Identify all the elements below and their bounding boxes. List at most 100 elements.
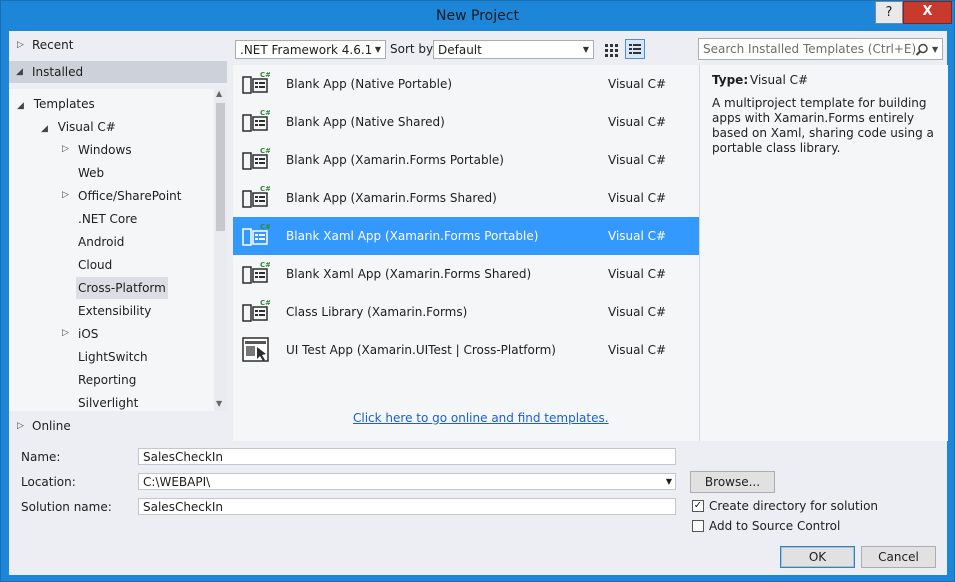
tree-item-office-sharepoint[interactable]: Office/SharePoint (78, 185, 182, 207)
expand-arrow-icon[interactable]: ▷ (62, 190, 69, 200)
window-title: New Project (436, 8, 519, 24)
description-text: A multiproject template for building app… (712, 96, 934, 155)
sort-dropdown[interactable]: Default ▼ (433, 40, 594, 59)
sort-value: Default (438, 43, 482, 57)
template-row[interactable]: C# Blank App (Xamarin.Forms Shared) Visual… (233, 179, 699, 217)
nav-recent[interactable]: ▷ Recent (9, 34, 227, 56)
tree-templates[interactable]: ◢ Templates (17, 93, 95, 115)
close-button[interactable]: X (903, 1, 952, 24)
location-value: C:\WEBAPI\ (143, 475, 211, 489)
template-name: Blank App (Native Shared) (286, 115, 445, 129)
template-list: Click here to go online and find templat… (233, 65, 699, 441)
scrollbar-thumb[interactable] (216, 103, 225, 231)
template-language: Visual C# (608, 305, 667, 319)
name-input[interactable]: SalesCheckIn (138, 448, 676, 465)
type-value: Visual C# (750, 73, 809, 87)
framework-dropdown[interactable]: .NET Framework 4.6.1 ▼ (235, 40, 386, 59)
search-input[interactable]: Search Installed Templates (Ctrl+E) ▼ (698, 38, 943, 60)
template-language: Visual C# (608, 229, 667, 243)
template-language: Visual C# (608, 267, 667, 281)
chevron-down-icon: ▼ (582, 45, 589, 54)
csharp-project-icon: C# (242, 223, 271, 249)
svg-text:C#: C# (260, 147, 270, 155)
collapse-arrow-icon: ◢ (17, 101, 24, 111)
tree-item-lightswitch[interactable]: LightSwitch (78, 346, 148, 368)
template-name: Class Library (Xamarin.Forms) (286, 305, 468, 319)
tree-visual-csharp[interactable]: ◢ Visual C# (41, 116, 116, 138)
location-input[interactable]: C:\WEBAPI\ ▼ (138, 473, 676, 490)
template-row[interactable]: UI Test App (Xamarin.UITest | Cross-Plat… (233, 331, 699, 369)
expand-arrow-icon: ▷ (17, 40, 24, 50)
chevron-down-icon[interactable]: ▼ (666, 474, 672, 490)
tree-item-ios[interactable]: iOS (78, 323, 98, 345)
template-name: Blank Xaml App (Xamarin.Forms Shared) (286, 267, 532, 281)
search-icon (915, 43, 928, 56)
small-icons-view-button[interactable] (601, 39, 621, 59)
template-row[interactable]: C# Class Library (Xamarin.Forms) Visual C# (233, 293, 699, 331)
svg-text:C#: C# (260, 185, 270, 193)
tree-item-web[interactable]: Web (78, 162, 104, 184)
grid-view-icon (605, 44, 618, 57)
template-tree: ◢ Templates ◢ Visual C# ▷ Windows Web ▷ … (9, 89, 227, 411)
template-row[interactable]: C# Blank App (Native Portable) Visual C# (233, 65, 699, 103)
csharp-project-icon: C# (242, 185, 271, 211)
template-row[interactable]: C# Blank App (Xamarin.Forms Portable) Visu… (233, 141, 699, 179)
template-description-pane: Type: Visual C# A multiproject template … (699, 65, 948, 441)
expand-arrow-icon[interactable]: ▷ (62, 328, 69, 338)
template-language: Visual C# (608, 191, 667, 205)
type-label: Type: (712, 73, 749, 87)
template-row[interactable]: C# Blank Xaml App (Xamarin.Forms Portable… (233, 217, 699, 255)
chevron-down-icon: ▼ (932, 45, 939, 54)
nav-installed-label: Installed (32, 65, 84, 79)
tree-item-reporting[interactable]: Reporting (78, 369, 136, 391)
tree-item-silverlight[interactable]: Silverlight (78, 392, 138, 411)
csharp-project-icon: C# (242, 299, 271, 325)
ok-button[interactable]: OK (780, 546, 855, 568)
scroll-up-icon[interactable]: ▲ (216, 89, 222, 98)
checkmark-icon: ✓ (693, 500, 703, 511)
title-bar[interactable]: New Project ? X (1, 1, 954, 31)
location-label: Location: (21, 475, 76, 489)
chevron-down-icon: ▼ (374, 45, 381, 54)
sort-by-label: Sort by: (390, 42, 437, 56)
csharp-project-icon: C# (242, 261, 271, 287)
tree-item-net-core[interactable]: .NET Core (78, 208, 137, 230)
template-language: Visual C# (608, 153, 667, 167)
tree-scrollbar[interactable]: ▲ ▼ (214, 89, 227, 411)
online-templates-link[interactable]: Click here to go online and find templat… (353, 411, 609, 425)
source-control-label: Add to Source Control (709, 519, 841, 533)
solution-name-label: Solution name: (21, 500, 112, 514)
help-button[interactable]: ? (875, 1, 903, 24)
list-view-button[interactable] (625, 39, 645, 59)
source-control-checkbox[interactable] (692, 520, 704, 532)
list-view-icon (629, 44, 641, 54)
collapse-arrow-icon: ◢ (16, 67, 23, 77)
tree-item-cloud[interactable]: Cloud (78, 254, 112, 276)
solution-name-input[interactable]: SalesCheckIn (138, 498, 676, 515)
tree-item-android[interactable]: Android (78, 231, 124, 253)
collapse-arrow-icon: ◢ (41, 124, 48, 134)
template-row[interactable]: C# Blank App (Native Shared) Visual C# (233, 103, 699, 141)
nav-online[interactable]: ▷ Online (9, 415, 227, 437)
new-project-window: New Project ? X ▷ Recent ◢ Installed ◢ T… (0, 0, 955, 582)
framework-value: .NET Framework 4.6.1 (240, 43, 373, 57)
nav-recent-label: Recent (32, 38, 74, 52)
csharp-project-icon: C# (242, 109, 271, 135)
create-directory-checkbox[interactable]: ✓ (692, 500, 704, 512)
scroll-down-icon[interactable]: ▼ (216, 399, 222, 408)
ui-test-app-icon (242, 337, 270, 363)
tree-item-windows[interactable]: Windows (78, 139, 132, 161)
template-name: Blank App (Xamarin.Forms Shared) (286, 191, 497, 205)
template-row[interactable]: C# Blank Xaml App (Xamarin.Forms Shared) V… (233, 255, 699, 293)
search-placeholder: Search Installed Templates (Ctrl+E) (703, 42, 917, 56)
tree-item-cross-platform[interactable]: Cross-Platform (76, 277, 168, 299)
nav-installed[interactable]: ◢ Installed (9, 61, 227, 83)
csharp-project-icon: C# (242, 71, 271, 97)
template-language: Visual C# (608, 343, 667, 357)
tree-visual-csharp-label: Visual C# (57, 120, 116, 134)
expand-arrow-icon[interactable]: ▷ (62, 144, 69, 154)
cancel-button[interactable]: Cancel (861, 546, 936, 568)
tree-item-extensibility[interactable]: Extensibility (78, 300, 151, 322)
browse-button[interactable]: Browse... (690, 471, 775, 493)
svg-text:C#: C# (260, 261, 270, 269)
